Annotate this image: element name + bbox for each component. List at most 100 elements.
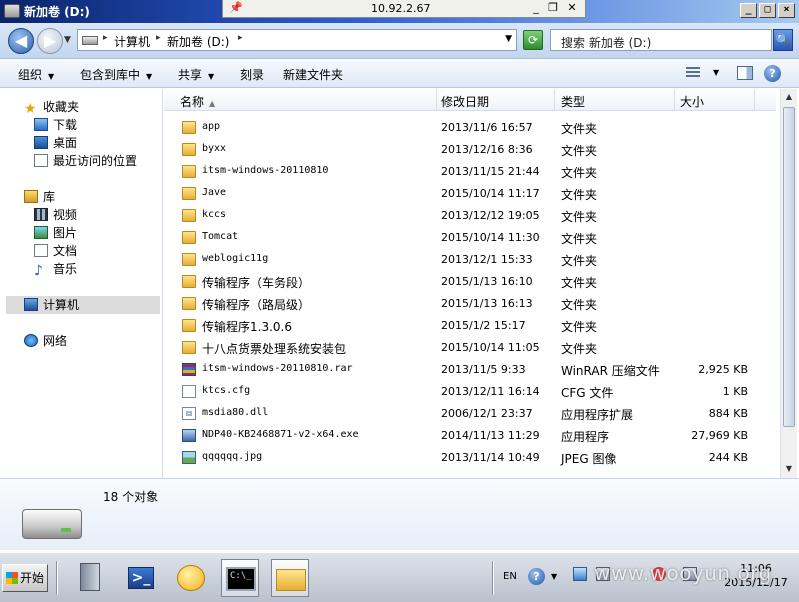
forward-button[interactable]: ▶ xyxy=(37,28,63,54)
minimize-button[interactable]: _ xyxy=(740,3,757,18)
file-row[interactable]: byxx 2013/12/16 8:36 文件夹 xyxy=(164,139,776,161)
chevron-down-icon[interactable]: ▼ xyxy=(505,34,512,44)
star-icon: ★ xyxy=(24,101,37,117)
nav-item-desktop[interactable]: 桌面 xyxy=(34,134,77,152)
file-date: 2015/1/2 15:17 xyxy=(441,319,526,332)
sort-ascending-icon: ▲ xyxy=(209,99,216,108)
scroll-up-arrow[interactable]: ▲ xyxy=(781,89,797,105)
server-manager-icon xyxy=(80,563,100,591)
file-row[interactable]: qqqqqq.jpg 2013/11/14 10:49 JPEG 图像 244 KB xyxy=(164,447,776,469)
column-divider[interactable] xyxy=(554,89,555,111)
back-button[interactable]: ◀ xyxy=(8,28,34,54)
remote-restore-button[interactable]: ❐ xyxy=(545,1,561,14)
maximize-button[interactable]: □ xyxy=(759,3,776,18)
address-box[interactable]: ▸ 计算机 ▸ 新加卷 (D:) ▸ ▼ xyxy=(77,29,517,51)
nav-item-pictures[interactable]: 图片 xyxy=(34,224,77,242)
chevron-right-icon[interactable]: ▸ xyxy=(103,33,108,43)
column-name[interactable]: 名称 ▲ xyxy=(180,93,215,110)
view-options-icon[interactable] xyxy=(686,67,700,79)
folder-icon xyxy=(182,165,196,178)
file-row[interactable]: kccs 2013/12/12 19:05 文件夹 xyxy=(164,205,776,227)
remote-connection-bar[interactable]: 📌 10.92.2.67 _ ❐ ✕ xyxy=(222,0,586,18)
column-size[interactable]: 大小 xyxy=(680,93,704,110)
search-icon[interactable]: 🔍 xyxy=(773,29,793,51)
messenger-task[interactable] xyxy=(172,559,210,597)
column-divider[interactable] xyxy=(674,89,675,111)
file-row[interactable]: NDP40-KB2468871-v2-x64.exe 2014/11/13 11:… xyxy=(164,425,776,447)
new-folder-button[interactable]: 新建文件夹 xyxy=(283,66,343,83)
window-title: 新加卷 (D:) xyxy=(24,5,90,19)
powershell-task[interactable]: >_ xyxy=(122,559,160,597)
vertical-scrollbar[interactable]: ▲ ▼ xyxy=(780,89,797,478)
file-date: 2015/10/14 11:05 xyxy=(441,341,540,354)
file-size: 244 KB xyxy=(708,451,748,464)
nav-item-recent[interactable]: 最近访问的位置 xyxy=(34,152,137,170)
column-divider[interactable] xyxy=(754,89,755,111)
windows-logo-icon xyxy=(6,572,18,584)
nav-label: 图片 xyxy=(53,226,78,240)
file-row[interactable]: msdia80.dll 2006/12/1 23:37 应用程序扩展 884 KB xyxy=(164,403,776,425)
column-header: 名称 ▲ 修改日期 类型 大小 xyxy=(164,89,776,111)
remote-close-button[interactable]: ✕ xyxy=(564,1,580,14)
share-button[interactable]: 共享 ▼ xyxy=(178,66,214,83)
action-center-icon[interactable] xyxy=(573,567,587,581)
file-row[interactable]: 传输程序1.3.0.6 2015/1/2 15:17 文件夹 xyxy=(164,315,776,337)
chevron-right-icon[interactable]: ▸ xyxy=(156,33,161,43)
nav-item-libraries[interactable]: 库 xyxy=(24,188,55,206)
file-row[interactable]: itsm-windows-20110810 2013/11/15 21:44 文件夹 xyxy=(164,161,776,183)
file-row[interactable]: itsm-windows-20110810.rar 2013/11/5 9:33 W… xyxy=(164,359,776,381)
drive-icon xyxy=(4,4,20,18)
scroll-down-arrow[interactable]: ▼ xyxy=(781,461,797,477)
column-name-label: 名称 xyxy=(180,95,205,109)
nav-item-downloads[interactable]: 下载 xyxy=(34,116,77,134)
column-type[interactable]: 类型 xyxy=(561,93,585,110)
include-in-library-label: 包含到库中 xyxy=(80,68,141,82)
file-date: 2013/12/16 8:36 xyxy=(441,143,533,156)
file-row[interactable]: ktcs.cfg 2013/12/11 16:14 CFG 文件 1 KB xyxy=(164,381,776,403)
chevron-down-icon[interactable]: ▼ xyxy=(713,68,719,77)
chevron-right-icon[interactable]: ▸ xyxy=(238,33,243,43)
file-row[interactable]: 传输程序（路局级） 2015/1/13 16:13 文件夹 xyxy=(164,293,776,315)
file-name: Tomcat xyxy=(202,231,239,242)
file-row[interactable]: weblogic11g 2013/12/1 15:33 文件夹 xyxy=(164,249,776,271)
nav-item-videos[interactable]: 视频 xyxy=(34,206,77,224)
breadcrumb-volume[interactable]: 新加卷 (D:) xyxy=(167,33,229,50)
search-input[interactable]: 搜索 新加卷 (D:) xyxy=(550,29,772,51)
nav-item-documents[interactable]: 文档 xyxy=(34,242,77,260)
file-row[interactable]: Tomcat 2015/10/14 11:30 文件夹 xyxy=(164,227,776,249)
help-icon[interactable]: ? xyxy=(764,65,781,82)
help-icon[interactable]: ? xyxy=(528,568,545,585)
language-indicator[interactable]: EN xyxy=(503,571,517,582)
refresh-button[interactable]: ⟳ xyxy=(523,30,543,50)
pin-icon[interactable]: 📌 xyxy=(229,1,243,14)
file-row[interactable]: app 2013/11/6 16:57 文件夹 xyxy=(164,117,776,139)
nav-item-network[interactable]: 网络 xyxy=(24,332,67,350)
nav-item-music[interactable]: ♪ 音乐 xyxy=(34,260,77,279)
command-prompt-task[interactable]: C:\_ xyxy=(221,559,259,597)
preview-pane-icon[interactable] xyxy=(737,66,753,80)
start-button[interactable]: 开始 xyxy=(2,564,48,592)
include-in-library-button[interactable]: 包含到库中 ▼ xyxy=(80,66,152,83)
nav-item-computer[interactable]: 计算机 xyxy=(24,296,79,314)
nav-item-favorites[interactable]: ★ 收藏夹 xyxy=(24,98,79,117)
column-divider[interactable] xyxy=(436,89,437,111)
server-manager-task[interactable] xyxy=(72,559,110,597)
computer-icon xyxy=(24,298,38,311)
command-bar: 组织 ▼ 包含到库中 ▼ 共享 ▼ 刻录 新建文件夹 ▼ ? xyxy=(0,60,799,88)
close-button[interactable]: × xyxy=(778,3,795,18)
column-date[interactable]: 修改日期 xyxy=(441,93,489,110)
explorer-task[interactable] xyxy=(271,559,309,597)
file-row[interactable]: Jave 2015/10/14 11:17 文件夹 xyxy=(164,183,776,205)
remote-minimize-button[interactable]: _ xyxy=(528,1,544,14)
folder-icon xyxy=(182,231,196,244)
breadcrumb-computer[interactable]: 计算机 xyxy=(114,33,150,50)
scroll-thumb[interactable] xyxy=(783,107,795,427)
file-row[interactable]: 传输程序（车务段） 2015/1/13 16:10 文件夹 xyxy=(164,271,776,293)
burn-button[interactable]: 刻录 xyxy=(240,66,264,83)
recent-pages-dropdown[interactable]: ▼ xyxy=(64,35,71,45)
file-rows: app 2013/11/6 16:57 文件夹 byxx 2013/12/16 8:36… xyxy=(164,117,776,478)
title-bar[interactable]: 新加卷 (D:) 📌 10.92.2.67 _ ❐ ✕ _ □ × xyxy=(0,0,799,23)
organize-button[interactable]: 组织 ▼ xyxy=(18,66,54,83)
chevron-down-icon[interactable]: ▼ xyxy=(551,572,557,581)
file-row[interactable]: 十八点货票处理系统安装包 2015/10/14 11:05 文件夹 xyxy=(164,337,776,359)
